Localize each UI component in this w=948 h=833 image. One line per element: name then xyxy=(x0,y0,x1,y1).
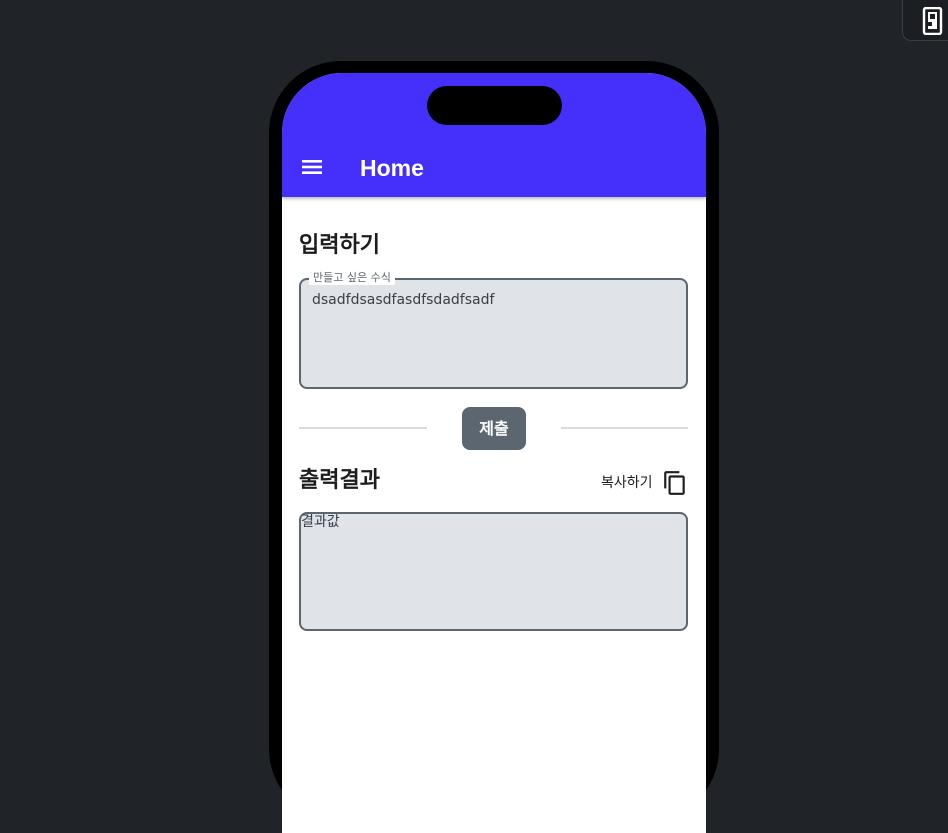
phone-screen: Home 입력하기 만들고 싶은 수식 dsadfdsasdfasdfsdadf… xyxy=(282,73,706,833)
menu-button[interactable] xyxy=(298,156,326,180)
output-section-heading: 출력결과 xyxy=(299,468,380,493)
divider-right xyxy=(561,427,688,429)
page-title: Home xyxy=(360,155,424,181)
formula-input-label: 만들고 싶은 수식 xyxy=(309,271,395,285)
formula-input-field[interactable]: 만들고 싶은 수식 dsadfdsasdfasdfsdadfsadf xyxy=(299,271,688,389)
phone-device-icon xyxy=(922,7,943,35)
hamburger-menu-icon xyxy=(302,160,322,174)
result-output: 결과값 xyxy=(301,514,340,530)
divider-left xyxy=(299,427,427,429)
copy-button[interactable]: 복사하기 xyxy=(601,468,688,498)
result-output-field[interactable]: 결과값 xyxy=(299,512,688,631)
phone-frame: Home 입력하기 만들고 싶은 수식 dsadfdsasdfasdfsdadf… xyxy=(269,61,719,833)
submit-button[interactable]: 제출 xyxy=(462,407,526,450)
input-section-heading: 입력하기 xyxy=(299,233,380,258)
formula-input[interactable]: dsadfdsasdfasdfsdadfsadf xyxy=(312,292,672,309)
device-toggle-button[interactable] xyxy=(902,0,948,41)
copy-icon xyxy=(663,471,685,495)
app-bar: Home xyxy=(282,73,706,197)
dynamic-island xyxy=(427,86,562,125)
copy-button-label: 복사하기 xyxy=(601,475,653,491)
